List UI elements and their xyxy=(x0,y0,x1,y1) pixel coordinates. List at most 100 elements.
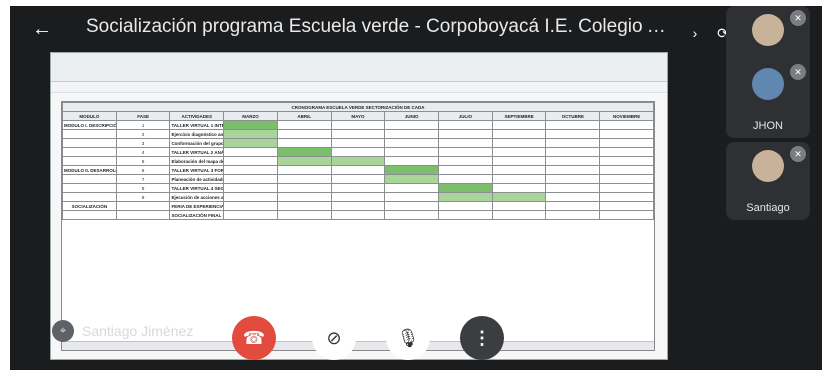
schedule-month-cell[interactable] xyxy=(223,138,278,148)
schedule-activity-cell[interactable]: TALLER VIRTUAL 4 SEGUIMIENTO DE PROYECTO… xyxy=(169,183,225,193)
schedule-month-cell[interactable] xyxy=(330,192,386,202)
schedule-module-cell[interactable] xyxy=(62,210,117,220)
schedule-month-cell[interactable] xyxy=(545,156,601,166)
schedule-month-cell[interactable] xyxy=(276,192,332,202)
schedule-month-cell[interactable] xyxy=(491,138,547,148)
schedule-module-cell[interactable]: MODULO II. DESARROLLO xyxy=(62,165,117,175)
schedule-activity-cell[interactable]: SOCIALIZACIÓN FINAL DE RESULTADOS DEL PR… xyxy=(169,210,225,220)
schedule-month-cell[interactable] xyxy=(491,174,547,184)
schedule-month-cell[interactable] xyxy=(330,138,386,148)
schedule-module-cell[interactable]: SOCIALIZACIÓN xyxy=(62,201,117,211)
schedule-phase-cell[interactable]: 8 xyxy=(115,183,171,193)
schedule-month-cell[interactable] xyxy=(276,147,332,157)
schedule-month-cell[interactable] xyxy=(599,138,654,148)
schedule-month-cell[interactable] xyxy=(491,192,547,202)
pin-icon[interactable]: ⌖ xyxy=(52,320,74,342)
schedule-month-cell[interactable] xyxy=(545,183,601,193)
schedule-activity-cell[interactable]: Ejecución de acciones ambientales en el … xyxy=(169,192,225,202)
schedule-month-cell[interactable] xyxy=(330,165,386,175)
back-arrow-icon[interactable]: ← xyxy=(32,18,54,40)
schedule-month-cell[interactable] xyxy=(599,192,654,202)
chevron-right-icon[interactable]: › xyxy=(684,22,706,44)
schedule-month-cell[interactable] xyxy=(438,156,493,166)
schedule-month-cell[interactable] xyxy=(545,201,601,211)
schedule-month-cell[interactable] xyxy=(330,129,386,139)
schedule-month-cell[interactable] xyxy=(545,165,601,175)
schedule-month-cell[interactable] xyxy=(330,120,386,130)
schedule-month-cell[interactable] xyxy=(545,147,601,157)
schedule-month-cell[interactable] xyxy=(384,201,440,211)
schedule-phase-cell[interactable]: 9 xyxy=(115,192,171,202)
schedule-activity-cell[interactable]: TALLER VIRTUAL 2 ANÁLISIS DE DATOS AMBIE… xyxy=(169,147,225,157)
schedule-month-cell[interactable] xyxy=(438,192,493,202)
schedule-month-cell[interactable] xyxy=(491,201,547,211)
schedule-month-cell[interactable] xyxy=(438,210,493,220)
schedule-month-cell[interactable] xyxy=(599,201,654,211)
schedule-activity-cell[interactable]: Planeación de actividades del proyecto xyxy=(169,174,225,184)
schedule-month-cell[interactable] xyxy=(330,183,386,193)
schedule-month-cell[interactable] xyxy=(276,129,332,139)
schedule-month-cell[interactable] xyxy=(491,147,547,157)
schedule-month-cell[interactable] xyxy=(599,156,654,166)
schedule-activity-cell[interactable]: Conformación del grupo ambiental escolar xyxy=(169,138,225,148)
schedule-activity-cell[interactable]: TALLER VIRTUAL 3 FORMULACIÓN DEL PROYECT… xyxy=(169,165,225,175)
schedule-phase-cell[interactable]: 4 xyxy=(115,147,171,157)
schedule-month-cell[interactable] xyxy=(223,156,278,166)
schedule-month-cell[interactable] xyxy=(545,129,601,139)
participant-tile-santiago[interactable]: ✕ Santiago xyxy=(726,142,810,220)
schedule-month-cell[interactable] xyxy=(384,156,440,166)
schedule-activity-cell[interactable]: FERIA DE EXPERIENCIAS ESCOLARES xyxy=(169,201,225,211)
schedule-month-cell[interactable] xyxy=(599,165,654,175)
schedule-module-cell[interactable] xyxy=(62,138,117,148)
schedule-month-cell[interactable] xyxy=(545,174,601,184)
participant-tile-jhon[interactable]: ✕ JHON xyxy=(726,60,810,138)
schedule-month-cell[interactable] xyxy=(384,129,440,139)
schedule-month-cell[interactable] xyxy=(384,174,440,184)
schedule-month-cell[interactable] xyxy=(545,120,601,130)
schedule-month-cell[interactable] xyxy=(330,147,386,157)
schedule-month-cell[interactable] xyxy=(330,174,386,184)
schedule-phase-cell[interactable] xyxy=(115,210,171,220)
schedule-month-cell[interactable] xyxy=(545,138,601,148)
schedule-month-cell[interactable] xyxy=(491,210,547,220)
schedule-month-cell[interactable] xyxy=(223,183,278,193)
end-call-button[interactable]: ☎ xyxy=(232,316,276,360)
schedule-month-cell[interactable] xyxy=(545,192,601,202)
schedule-module-cell[interactable] xyxy=(62,147,117,157)
schedule-month-cell[interactable] xyxy=(438,120,493,130)
schedule-month-cell[interactable] xyxy=(223,210,278,220)
schedule-month-cell[interactable] xyxy=(276,210,332,220)
schedule-module-cell[interactable] xyxy=(62,183,117,193)
schedule-month-cell[interactable] xyxy=(384,138,440,148)
schedule-month-cell[interactable] xyxy=(276,120,332,130)
schedule-phase-cell[interactable]: 1 xyxy=(115,120,171,130)
mic-toggle-button[interactable]: 🎙 xyxy=(386,316,430,360)
schedule-module-cell[interactable] xyxy=(62,174,117,184)
schedule-month-cell[interactable] xyxy=(276,201,332,211)
schedule-month-cell[interactable] xyxy=(223,165,278,175)
schedule-month-cell[interactable] xyxy=(438,129,493,139)
schedule-module-cell[interactable] xyxy=(62,156,117,166)
schedule-month-cell[interactable] xyxy=(599,174,654,184)
schedule-month-cell[interactable] xyxy=(599,183,654,193)
schedule-month-cell[interactable] xyxy=(223,201,278,211)
schedule-month-cell[interactable] xyxy=(438,138,493,148)
schedule-month-cell[interactable] xyxy=(491,120,547,130)
schedule-phase-cell[interactable]: 2 xyxy=(115,129,171,139)
schedule-phase-cell[interactable]: 7 xyxy=(115,174,171,184)
schedule-month-cell[interactable] xyxy=(545,210,601,220)
schedule-month-cell[interactable] xyxy=(384,192,440,202)
schedule-activity-cell[interactable]: Ejercicio diagnóstico ambiental del cole… xyxy=(169,129,225,139)
schedule-month-cell[interactable] xyxy=(223,129,278,139)
schedule-month-cell[interactable] xyxy=(491,129,547,139)
schedule-month-cell[interactable] xyxy=(384,147,440,157)
schedule-month-cell[interactable] xyxy=(599,129,654,139)
schedule-month-cell[interactable] xyxy=(491,156,547,166)
schedule-month-cell[interactable] xyxy=(330,156,386,166)
schedule-activity-cell[interactable]: TALLER VIRTUAL 1 INTRODUCCIÓN A LA ESCUE… xyxy=(169,120,225,130)
schedule-month-cell[interactable] xyxy=(276,165,332,175)
schedule-month-cell[interactable] xyxy=(384,183,440,193)
schedule-month-cell[interactable] xyxy=(438,183,493,193)
schedule-month-cell[interactable] xyxy=(438,165,493,175)
schedule-month-cell[interactable] xyxy=(223,147,278,157)
